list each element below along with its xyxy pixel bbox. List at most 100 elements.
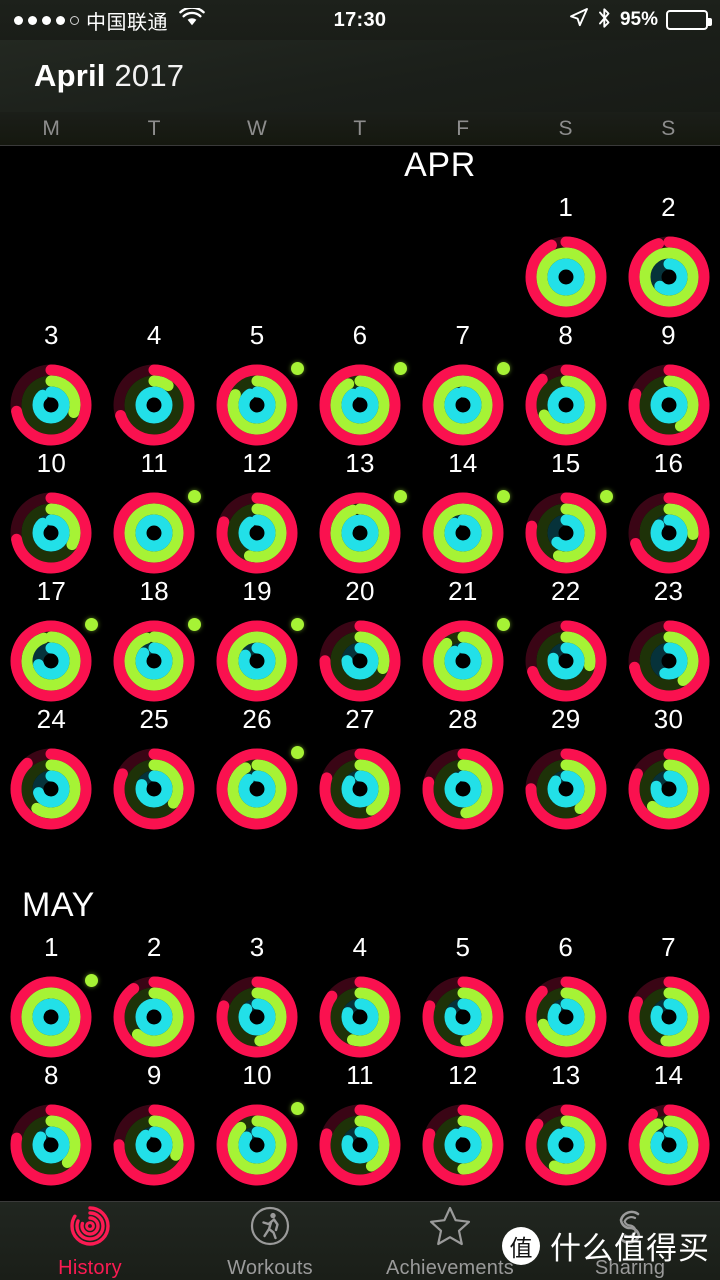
- activity-rings[interactable]: [520, 231, 612, 323]
- day-cell[interactable]: 30: [617, 704, 720, 832]
- activity-rings[interactable]: [623, 487, 715, 579]
- activity-rings[interactable]: [520, 743, 612, 835]
- day-cell[interactable]: 13: [514, 1060, 617, 1188]
- tab-label: History: [58, 1256, 122, 1279]
- day-cell[interactable]: 9: [617, 320, 720, 448]
- activity-rings[interactable]: [417, 971, 509, 1063]
- day-cell[interactable]: 23: [617, 576, 720, 704]
- day-cell[interactable]: 17: [0, 576, 103, 704]
- day-cell[interactable]: 1: [0, 932, 103, 1060]
- activity-rings[interactable]: [417, 743, 509, 835]
- day-cell[interactable]: 24: [0, 704, 103, 832]
- activity-rings[interactable]: [520, 1099, 612, 1191]
- activity-rings[interactable]: [5, 487, 97, 579]
- activity-rings[interactable]: [211, 359, 305, 451]
- day-cell[interactable]: 25: [103, 704, 206, 832]
- activity-rings[interactable]: [5, 1099, 97, 1191]
- activity-rings[interactable]: [417, 487, 510, 579]
- activity-rings[interactable]: [211, 743, 305, 835]
- activity-rings[interactable]: [108, 487, 202, 579]
- day-cell[interactable]: 13: [309, 448, 412, 576]
- day-cell[interactable]: 12: [411, 1060, 514, 1188]
- activity-rings[interactable]: [5, 615, 99, 707]
- day-cell[interactable]: 15: [514, 448, 617, 576]
- day-cell[interactable]: 2: [103, 932, 206, 1060]
- tab-sharing[interactable]: Sharing: [540, 1203, 720, 1280]
- day-cell[interactable]: 4: [103, 320, 206, 448]
- day-cell[interactable]: 19: [206, 576, 309, 704]
- activity-rings[interactable]: [623, 1099, 715, 1191]
- day-cell[interactable]: 6: [514, 932, 617, 1060]
- activity-rings[interactable]: [314, 743, 406, 835]
- day-cell[interactable]: 20: [309, 576, 412, 704]
- day-cell[interactable]: 29: [514, 704, 617, 832]
- activity-rings[interactable]: [108, 359, 200, 451]
- activity-rings[interactable]: [623, 615, 715, 707]
- stand-ring: [444, 1126, 482, 1164]
- activity-rings[interactable]: [623, 359, 715, 451]
- activity-rings[interactable]: [314, 487, 407, 579]
- activity-rings[interactable]: [623, 743, 715, 835]
- day-cell[interactable]: 10: [0, 448, 103, 576]
- day-cell[interactable]: 14: [617, 1060, 720, 1188]
- day-cell[interactable]: 7: [617, 932, 720, 1060]
- activity-rings[interactable]: [417, 1099, 509, 1191]
- activity-rings[interactable]: [417, 615, 510, 707]
- activity-rings[interactable]: [520, 971, 612, 1063]
- day-number: 4: [146, 320, 162, 350]
- calendar-scroll-area[interactable]: APR 1 2 3 4 5 6 7 8 9 10 11 12 13 14 15 16 17 18 19 20 21 22 2…: [0, 146, 720, 1201]
- activity-rings[interactable]: [108, 743, 200, 835]
- day-number: 13: [550, 1060, 581, 1090]
- activity-rings[interactable]: [5, 971, 99, 1063]
- activity-rings[interactable]: [5, 359, 97, 451]
- day-cell[interactable]: 6: [309, 320, 412, 448]
- day-cell[interactable]: 5: [206, 320, 309, 448]
- activity-rings[interactable]: [314, 971, 406, 1063]
- activity-rings[interactable]: [520, 487, 613, 579]
- day-cell[interactable]: 5: [411, 932, 514, 1060]
- day-cell[interactable]: 26: [206, 704, 309, 832]
- activity-rings[interactable]: [520, 359, 612, 451]
- day-cell[interactable]: 10: [206, 1060, 309, 1188]
- day-cell[interactable]: 12: [206, 448, 309, 576]
- activity-rings[interactable]: [314, 1099, 406, 1191]
- stand-ring: [547, 770, 585, 808]
- tab-history[interactable]: History: [0, 1203, 180, 1280]
- day-cell[interactable]: 18: [103, 576, 206, 704]
- day-cell[interactable]: 8: [514, 320, 617, 448]
- day-cell[interactable]: 22: [514, 576, 617, 704]
- activity-rings[interactable]: [211, 615, 305, 707]
- activity-rings[interactable]: [108, 971, 200, 1063]
- day-cell[interactable]: 9: [103, 1060, 206, 1188]
- activity-rings[interactable]: [314, 359, 407, 451]
- day-cell[interactable]: 3: [206, 932, 309, 1060]
- tab-workouts[interactable]: Workouts: [180, 1203, 360, 1280]
- day-cell[interactable]: 7: [411, 320, 514, 448]
- tab-achievements[interactable]: Achievements: [360, 1203, 540, 1280]
- day-cell[interactable]: 1: [514, 192, 617, 320]
- activity-rings[interactable]: [108, 1099, 200, 1191]
- activity-rings[interactable]: [314, 615, 406, 707]
- day-cell[interactable]: 11: [103, 448, 206, 576]
- activity-rings[interactable]: [211, 487, 303, 579]
- activity-rings[interactable]: [520, 615, 612, 707]
- activity-rings[interactable]: [211, 971, 303, 1063]
- day-cell[interactable]: 21: [411, 576, 514, 704]
- activity-rings[interactable]: [211, 1099, 305, 1191]
- day-cell[interactable]: 16: [617, 448, 720, 576]
- day-cell[interactable]: 11: [309, 1060, 412, 1188]
- day-number: 4: [352, 932, 368, 962]
- day-cell[interactable]: 14: [411, 448, 514, 576]
- day-cell[interactable]: 8: [0, 1060, 103, 1188]
- day-cell[interactable]: 27: [309, 704, 412, 832]
- activity-rings[interactable]: [5, 743, 97, 835]
- activity-rings[interactable]: [623, 971, 715, 1063]
- activity-rings[interactable]: [623, 231, 715, 323]
- activity-rings[interactable]: [417, 359, 510, 451]
- day-cell[interactable]: 2: [617, 192, 720, 320]
- day-cell[interactable]: 3: [0, 320, 103, 448]
- stand-ring: [547, 998, 585, 1036]
- activity-rings[interactable]: [108, 615, 202, 707]
- day-cell[interactable]: 28: [411, 704, 514, 832]
- day-cell[interactable]: 4: [309, 932, 412, 1060]
